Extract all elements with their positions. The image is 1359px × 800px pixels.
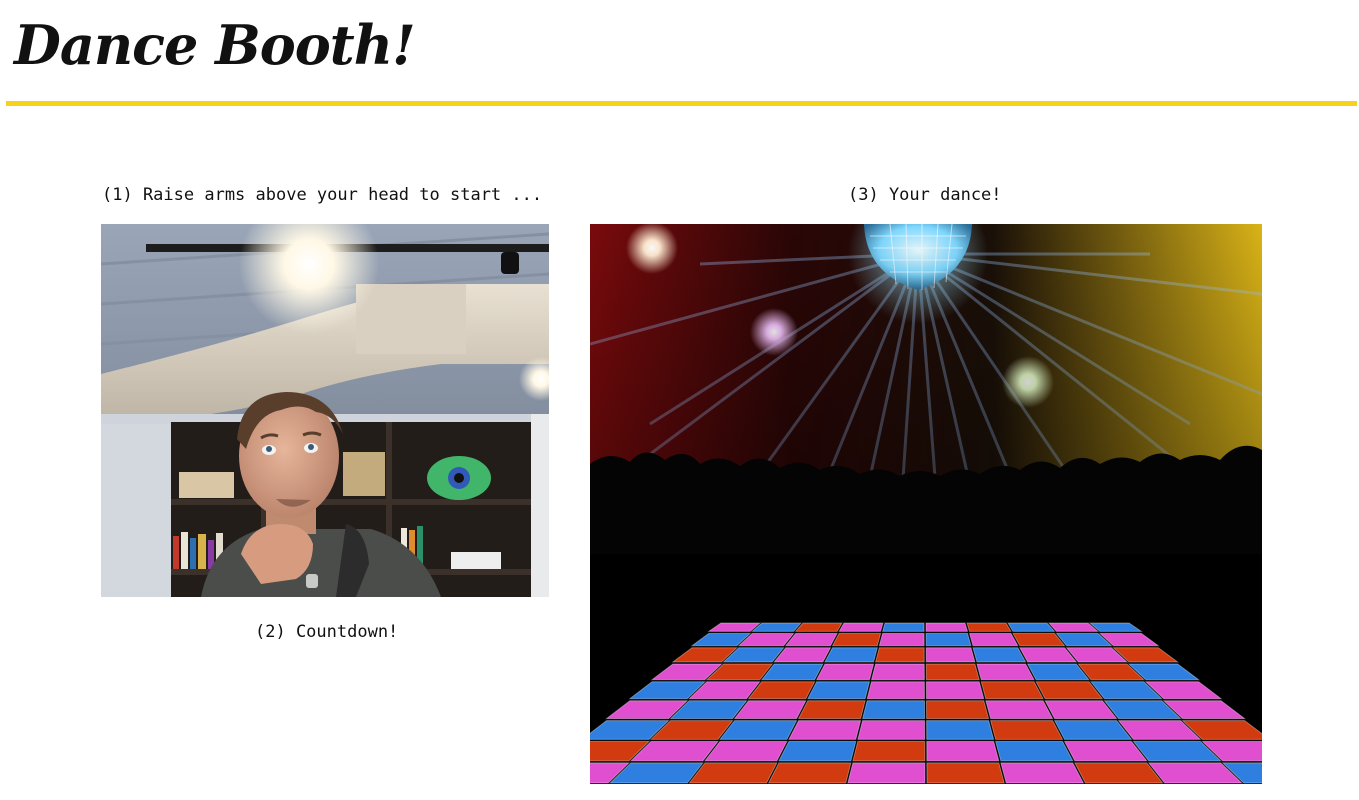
floor-tile [852, 740, 926, 762]
floor-tile [881, 622, 925, 632]
floor-tile [925, 663, 980, 681]
floor-tile [925, 681, 985, 700]
floor-tile [925, 632, 972, 647]
floor-tile [847, 762, 926, 784]
step1-instruction: (1) Raise arms above your head to start … [102, 185, 543, 205]
floor-tile [985, 700, 1054, 720]
floor-tile [1073, 762, 1164, 784]
floor-tile [925, 622, 969, 632]
floor-tile [1007, 622, 1056, 632]
floor-tile [824, 647, 878, 663]
floor-tile [989, 720, 1064, 740]
floor-tile [926, 762, 1005, 784]
floor-tile [926, 720, 995, 740]
floor-tile [815, 663, 875, 681]
floor-tile [838, 622, 884, 632]
webcam-feed [101, 224, 549, 597]
floor-tile [857, 720, 926, 740]
floor-tile [878, 632, 925, 647]
floor-tile [866, 681, 925, 700]
floor-tile [972, 647, 1027, 663]
webcam-image [101, 224, 549, 597]
floor-tile [797, 700, 866, 720]
floor-tile [788, 720, 862, 740]
floor-tile [794, 622, 843, 632]
floor-tile [925, 647, 976, 663]
floor-tile [968, 632, 1019, 647]
step2-countdown-label: (2) Countdown! [255, 622, 399, 642]
title-divider [6, 101, 1357, 106]
floor-tile [980, 681, 1044, 700]
floor-tile [925, 700, 990, 720]
page-title: Dance Booth! [14, 13, 416, 77]
floor-tile [1000, 762, 1085, 784]
floor-tile [778, 740, 857, 762]
floor-tile [767, 762, 852, 784]
floor-tile [870, 663, 925, 681]
floor-tile [831, 632, 882, 647]
disco-scene [590, 224, 1262, 784]
floor-tile [861, 700, 926, 720]
floor-tile [688, 762, 778, 784]
floor-tile [966, 622, 1012, 632]
step3-dance-label: (3) Your dance! [848, 185, 1002, 205]
floor-tile [994, 740, 1074, 762]
floor-tile [976, 663, 1035, 681]
floor-tile [703, 740, 788, 762]
dance-canvas [590, 224, 1262, 784]
floor-tile [926, 740, 1000, 762]
floor-tile [874, 647, 925, 663]
floor-tile [807, 681, 871, 700]
